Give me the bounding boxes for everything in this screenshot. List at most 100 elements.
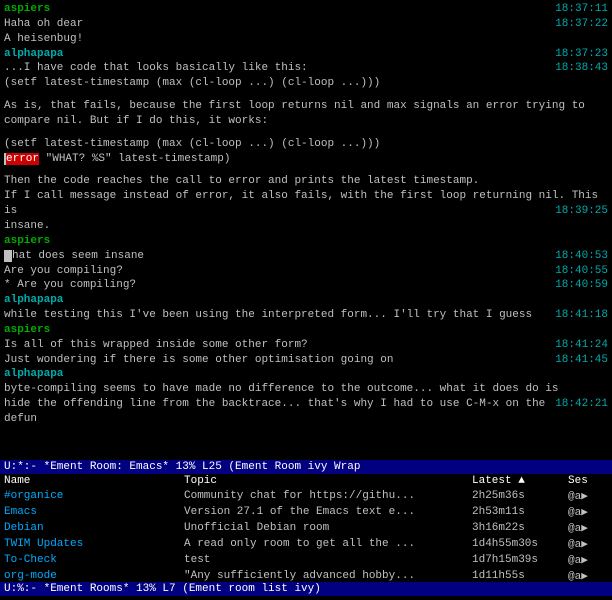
message-text: Is all of this wrapped inside some other… [4,339,308,351]
table-row: TWIM UpdatesA read only room to get all … [0,536,612,552]
room-name-cell[interactable]: TWIM Updates [0,536,180,552]
message-text: As is, that fails, because the first loo… [4,100,585,112]
chat-line: while testing this I've been using the i… [4,308,608,323]
chat-line: Is all of this wrapped inside some other… [4,338,608,353]
message-text: Are you compiling? [4,265,123,277]
table-header-row: Name Topic Latest ▲ Ses [0,474,612,488]
room-topic-cell: test [180,552,468,568]
chat-line: error "WHAT? %S" latest-timestamp) [4,152,608,167]
room-name-link[interactable]: TWIM Updates [4,538,83,550]
room-name-cell[interactable]: org-mode [0,568,180,582]
room-latest-cell: 1d7h15m39s [468,552,564,568]
timestamp: 18:40:59 [555,278,608,293]
room-latest-cell: 1d11h55s [468,568,564,582]
chat-line: insane. [4,219,608,234]
message-text: hide the offending line from the backtra… [4,398,545,425]
room-topic-cell: Unofficial Debian room [180,520,468,536]
chat-line: compare nil. But if I do this, it works: [4,114,608,129]
message-text: hat does seem insane [12,250,144,262]
col-header-name: Name [0,474,180,488]
username: aspiers [4,3,50,15]
room-name-link[interactable]: #organice [4,490,63,502]
chat-line [4,91,608,99]
room-topic-cell: Version 27.1 of the Emacs text e... [180,504,468,520]
chat-line [4,129,608,137]
timestamp: 18:41:24 [555,338,608,353]
col-header-latest: Latest ▲ [468,474,564,488]
message-text: "WHAT? %S" latest-timestamp) [39,153,230,165]
message-text: * Are you compiling? [4,279,136,291]
error-token: error [6,153,39,165]
timestamp: 18:37:22 [555,17,608,32]
message-text: (setf latest-timestamp (max (cl-loop ...… [4,77,380,89]
message-text: (setf latest-timestamp (max (cl-loop ...… [4,138,380,150]
status-bar-text: U:*:- *Ement Room: Emacs* 13% L25 (Ement… [4,461,360,473]
room-name-link[interactable]: Emacs [4,506,37,518]
room-name-cell[interactable]: To-Check [0,552,180,568]
room-name-cell[interactable]: Debian [0,520,180,536]
room-name-link[interactable]: To-Check [4,554,57,566]
username: alphapapa [4,48,63,60]
chat-line: hide the offending line from the backtra… [4,397,608,427]
message-block: aspiers 18:37:11 [4,2,608,17]
room-latest-cell: 2h25m36s [468,488,564,504]
message-text: while testing this I've been using the i… [4,309,532,321]
chat-line [4,166,608,174]
timestamp: 18:41:45 [555,353,608,368]
room-table: Name Topic Latest ▲ Ses #organiceCommuni… [0,474,612,582]
room-table-body: #organiceCommunity chat for https://gith… [0,488,612,582]
timestamp: 18:37:23 [555,47,608,62]
message-block: alphapapa [4,367,608,382]
table-row: Debian Unofficial Debian room3h16m22s@a▶ [0,520,612,536]
message-text: If I call message instead of error, it a… [4,190,598,217]
room-ses-cell: @a▶ [564,504,612,520]
chat-line: Just wondering if there is some other op… [4,353,608,368]
message-text: Just wondering if there is some other op… [4,354,393,366]
chat-line: If I call message instead of error, it a… [4,189,608,219]
message-text: Then the code reaches the call to error … [4,175,479,187]
room-name-cell[interactable]: Emacs [0,504,180,520]
timestamp: 18:37:11 [555,2,608,17]
chat-line: (setf latest-timestamp (max (cl-loop ...… [4,76,608,91]
timestamp: 18:40:55 [555,264,608,279]
room-latest-cell: 3h16m22s [468,520,564,536]
chat-line: Then the code reaches the call to error … [4,174,608,189]
col-header-topic: Topic [180,474,468,488]
table-row: org-mode "Any sufficiently advanced hobby… [0,568,612,582]
message-text: ...I have code that looks basically like… [4,62,308,74]
message-block: alphapapa [4,293,608,308]
room-name-link[interactable]: org-mode [4,570,57,582]
room-topic-cell: "Any sufficiently advanced hobby... [180,568,468,582]
room-name-link[interactable]: Debian [4,522,44,534]
chat-line: (setf latest-timestamp (max (cl-loop ...… [4,137,608,152]
timestamp: 18:38:43 [555,61,608,76]
table-row: #organiceCommunity chat for https://gith… [0,488,612,504]
room-ses-cell: @a▶ [564,568,612,582]
chat-line: A heisenbug! [4,32,608,47]
room-latest-cell: 1d4h55m30s [468,536,564,552]
username: alphapapa [4,368,63,380]
room-name-cell[interactable]: #organice [0,488,180,504]
message-block: aspiers [4,323,608,338]
room-ses-cell: @a▶ [564,536,612,552]
message-text: byte-compiling seems to have made no dif… [4,383,559,395]
chat-line: Are you compiling? 18:40:55 [4,264,608,279]
message-block: aspiers [4,234,608,249]
chat-area: aspiers 18:37:11 Haha oh dear 18:37:22 A… [0,0,612,460]
message-text: compare nil. But if I do this, it works: [4,115,268,127]
chat-line: * Are you compiling? 18:40:59 [4,278,608,293]
chat-line: Haha oh dear 18:37:22 [4,17,608,32]
table-row: To-Check test1d7h15m39s@a▶ [0,552,612,568]
table-row: Emacs Version 27.1 of the Emacs text e...… [0,504,612,520]
chat-line: As is, that fails, because the first loo… [4,99,608,114]
status-bar-top: U:*:- *Ement Room: Emacs* 13% L25 (Ement… [0,460,612,474]
room-ses-cell: @a▶ [564,552,612,568]
username: aspiers [4,324,50,336]
message-text: Haha oh dear [4,18,83,30]
chat-line: byte-compiling seems to have made no dif… [4,382,608,397]
room-ses-cell: @a▶ [564,520,612,536]
room-latest-cell: 2h53m11s [468,504,564,520]
timestamp: 18:41:18 [555,308,608,323]
timestamp: 18:39:25 [555,204,608,219]
message-text: A heisenbug! [4,33,83,45]
